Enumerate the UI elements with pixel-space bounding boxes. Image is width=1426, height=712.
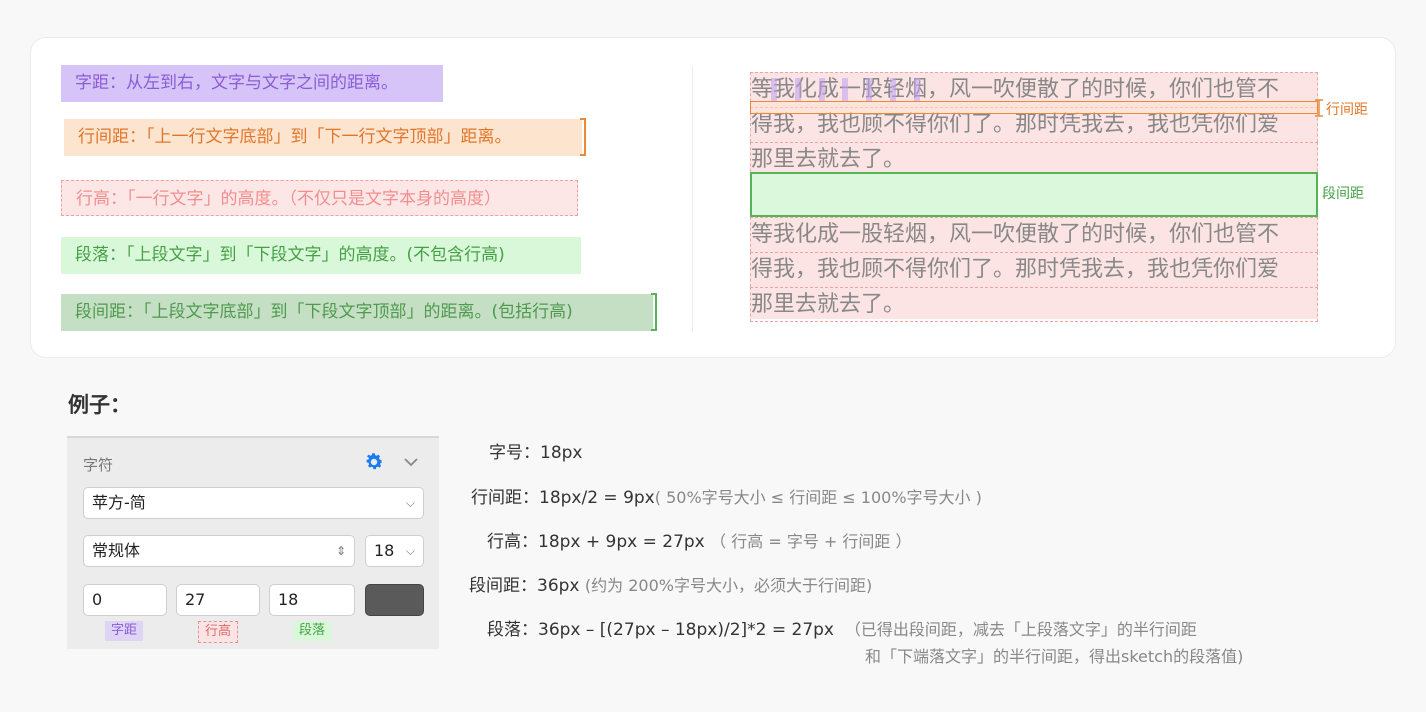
row-value: 18px + 9px = 27px [538, 532, 705, 552]
paragraph-tag: 段落 [293, 621, 332, 641]
card-divider [692, 66, 693, 332]
letter-spacing-marker [771, 78, 777, 102]
letter-spacing-marker [890, 78, 896, 102]
paragraph-spacing-input[interactable]: 18 [269, 584, 355, 616]
letter-spacing-markers [750, 78, 920, 102]
row-label: 字号： [489, 443, 540, 463]
paragraph-gap-highlight [750, 172, 1318, 217]
paragraph-spacing-value: 18 [278, 590, 299, 609]
line-gap-marker-icon [1315, 99, 1323, 117]
row-label: 段落： [487, 620, 538, 640]
line-gap-side-label: 行间距 [1326, 102, 1368, 118]
font-size-select[interactable]: 18 ⌵ [365, 535, 424, 567]
letter-spacing-marker [914, 78, 920, 102]
letter-spacing-tag: 字距 [105, 621, 144, 641]
sample-paragraph-2: 等我化成一股轻烟，风一吹便散了的时候，你们也管不 得我，我也顾不得你们了。那时凭… [750, 217, 1318, 322]
font-weight-select[interactable]: 常规体 ⇕ [83, 535, 355, 567]
row-line-gap: 行间距：18px/2 = 9px( 50%字号大小 ≤ 行间距 ≤ 100%字号… [471, 483, 982, 508]
row-note: (约为 200%字号大小，必须大于行间距) [584, 576, 873, 595]
row-value: 18px/2 = 9px [539, 488, 655, 508]
letter-spacing-input[interactable]: 0 [83, 584, 167, 616]
sample-line: 得我，我也顾不得你们了。那时凭我去，我也凭你们爱 [750, 252, 1318, 287]
row-paragraph-note-2: 和「下端落文字」的半行间距，得出sketch的段落值) [865, 647, 1244, 666]
row-line-height: 行高：18px + 9px = 27px （ 行高 = 字号 + 行间距 ） [487, 527, 912, 552]
def-line-height: 行高：「一行文字」的高度。（不仅只是文字本身的高度） [61, 180, 578, 216]
letter-spacing-marker [795, 78, 801, 102]
panel-title: 字符 [83, 456, 114, 474]
example-title: 例子： [68, 393, 131, 417]
def-paragraph-gap: 段间距：「上段文字底部」到「下段文字顶部」的距离。(包括行高) [61, 294, 653, 331]
letter-spacing-marker [866, 78, 872, 102]
line-height-tag: 行高 [198, 621, 239, 643]
line-height-value: 27 [185, 590, 206, 609]
font-family-select[interactable]: 苹方-简 ⌵ [83, 487, 424, 519]
row-value: 18px [540, 443, 583, 463]
sample-line: 等我化成一股轻烟，风一吹便散了的时候，你们也管不 [750, 217, 1318, 252]
row-label: 行间距： [471, 488, 539, 508]
para-gap-bracket-icon [651, 293, 657, 331]
line-gap-bracket-icon [580, 118, 586, 156]
def-letter-spacing: 字距：从左到右，文字与文字之间的距离。 [61, 65, 443, 102]
text-color-swatch[interactable] [365, 584, 424, 616]
row-paragraph: 段落：36px – [(27px – 18px)/2]*2 = 27px （已得… [487, 615, 1197, 640]
updown-chevron-icon: ⇕ [335, 544, 346, 558]
row-value: 36px [537, 576, 580, 596]
gear-icon[interactable] [363, 451, 385, 473]
line-gap-highlight [750, 101, 1318, 114]
row-label: 段间距： [469, 576, 537, 596]
row-note: ( 50%字号大小 ≤ 行间距 ≤ 100%字号大小 ) [654, 488, 982, 507]
row-value: 36px – [(27px – 18px)/2]*2 = 27px [538, 620, 834, 640]
chevron-down-icon: ⌵ [405, 544, 415, 558]
sample-line: 那里去就去了。 [750, 287, 1318, 322]
letter-spacing-marker [819, 78, 825, 102]
row-label: 行高： [487, 532, 538, 552]
letter-spacing-marker [842, 78, 848, 102]
row-note: （已得出段间距，减去「上段落文字」的半行间距 [844, 620, 1197, 639]
row-note: （ 行高 = 字号 + 行间距 ） [710, 532, 912, 551]
def-line-gap: 行间距：「上一行文字底部」到「下一行文字顶部」距离。 [64, 119, 582, 156]
character-panel: 字符 苹方-简 ⌵ 常规体 ⇕ 18 ⌵ 0 27 18 字距 行高 段落 [67, 436, 439, 649]
row-font-size: 字号：18px [489, 438, 582, 463]
chevron-down-icon[interactable] [402, 454, 420, 470]
line-height-input[interactable]: 27 [176, 584, 260, 616]
font-size-value: 18 [374, 541, 395, 560]
chevron-down-icon: ⌵ [405, 496, 415, 510]
font-family-value: 苹方-简 [92, 493, 146, 512]
para-gap-side-label: 段间距 [1322, 186, 1364, 202]
row-paragraph-gap: 段间距：36px (约为 200%字号大小，必须大于行间距) [469, 571, 872, 596]
font-weight-value: 常规体 [92, 541, 141, 560]
letter-spacing-value: 0 [92, 590, 103, 609]
def-paragraph: 段落：「上段文字」到「下段文字」的高度。(不包含行高) [61, 237, 581, 274]
